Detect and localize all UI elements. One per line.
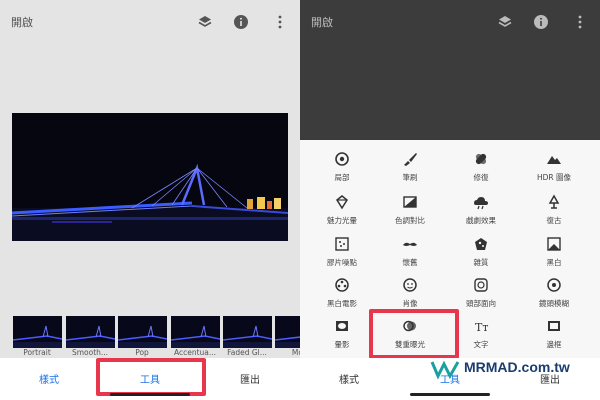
tool-film-reel[interactable]: 黑白電影 (312, 276, 372, 316)
layers-history-icon[interactable] (497, 14, 513, 30)
tool-label: 黑白 (546, 258, 562, 267)
tool-face[interactable]: 肖像 (380, 276, 440, 316)
filter-thumbnail[interactable] (117, 316, 168, 348)
right-screen: 開啟 樣式 工具 匯出 局部 筆刷 修復 HDR 圖像 魅力光暈 色調對比 戲劇效果 復古 膠片… (300, 0, 600, 400)
tonal-contrast-icon (403, 196, 417, 208)
tool-mustache[interactable]: 懷舊 (380, 235, 440, 275)
filter-thumbnail[interactable] (274, 316, 300, 348)
tool-label: 肖像 (402, 299, 418, 308)
double-exposure-icon (403, 320, 416, 332)
filter-label: Mor (291, 348, 300, 357)
tool-double-exposure[interactable]: 雙重曝光 (380, 317, 440, 357)
tool-frame[interactable]: 邊框 (524, 317, 584, 357)
grunge-icon (475, 238, 487, 250)
tab-styles[interactable]: 樣式 (319, 371, 379, 386)
tool-label: HDR 圖像 (536, 173, 571, 182)
layers-history-icon[interactable] (197, 14, 213, 30)
cloud-icon (474, 197, 488, 210)
mountain-icon (547, 156, 561, 164)
photo-preview (12, 113, 288, 241)
tool-label: 修復 (473, 173, 489, 182)
mustache-icon (403, 242, 417, 246)
tool-label: 色調對比 (395, 216, 425, 225)
tab-styles[interactable]: 樣式 (19, 371, 79, 386)
glamour-icon (336, 195, 348, 210)
mrmad-logo-icon (430, 360, 460, 380)
bw-icon (547, 237, 561, 251)
filter-label: Faded Gl... (227, 348, 267, 357)
text-icon: Tт (475, 321, 488, 334)
tool-target[interactable]: 局部 (312, 150, 372, 190)
target-icon (335, 152, 349, 166)
tool-label: 雙重曝光 (395, 340, 425, 349)
tool-label: 頭部面向 (466, 299, 496, 308)
open-button[interactable]: 開啟 (11, 14, 33, 30)
tool-label: 懷舊 (402, 258, 418, 267)
film-reel-icon (335, 278, 349, 292)
tool-head-pose[interactable]: 頭部面向 (451, 276, 511, 316)
frame-icon (548, 321, 560, 331)
filter-label: Accentua... (173, 348, 217, 357)
bandage-icon (475, 153, 487, 165)
top-bar: 開啟 (0, 0, 300, 46)
lamp-icon (548, 194, 560, 209)
tool-text[interactable]: Tт 文字 (451, 317, 511, 357)
home-indicator (110, 393, 190, 396)
filter-thumbnail[interactable] (12, 316, 63, 348)
tab-export[interactable]: 匯出 (220, 371, 280, 386)
tool-grunge[interactable]: 雜質 (451, 235, 511, 275)
filter-thumbnail[interactable] (65, 316, 116, 348)
head-pose-icon (474, 278, 488, 292)
open-button[interactable]: 開啟 (311, 14, 333, 30)
tool-label: 雜質 (473, 258, 489, 267)
tool-label: 黑白電影 (327, 299, 357, 308)
watermark-text: MRMAD.com.tw (464, 359, 570, 375)
tool-brush[interactable]: 筆刷 (380, 150, 440, 190)
info-icon[interactable] (233, 14, 249, 30)
tool-label: 魅力光暈 (327, 216, 357, 225)
lens-blur-icon (547, 278, 561, 292)
left-screen: 開啟 Portrait Smooth... Pop Accentua... Faded … (0, 0, 300, 400)
tool-label: 膠片噪點 (327, 258, 357, 267)
svg-text:Tт: Tт (475, 321, 488, 334)
filter-thumbnail[interactable] (170, 316, 221, 348)
tool-label: 邊框 (546, 340, 562, 349)
highlight-box-tools (96, 358, 206, 396)
filter-label: Portrait (23, 348, 51, 357)
grain-icon (335, 237, 349, 251)
tool-tonal-contrast[interactable]: 色調對比 (380, 193, 440, 233)
tool-glamour[interactable]: 魅力光暈 (312, 193, 372, 233)
tool-lens-blur[interactable]: 鏡頭模糊 (524, 276, 584, 316)
home-indicator (410, 393, 490, 396)
more-menu-icon[interactable] (572, 14, 588, 30)
filter-label: Smooth... (71, 348, 109, 357)
tool-grain[interactable]: 膠片噪點 (312, 235, 372, 275)
tool-lamp[interactable]: 復古 (524, 193, 584, 233)
tool-bandage[interactable]: 修復 (451, 150, 511, 190)
tool-label: 暈影 (334, 340, 350, 349)
tool-label: 戲劇效果 (466, 216, 496, 225)
tool-vignette[interactable]: 暈影 (312, 317, 372, 357)
tool-label: 鏡頭模糊 (539, 299, 569, 308)
filter-thumbnail[interactable] (222, 316, 273, 348)
tool-label: 文字 (473, 340, 489, 349)
tool-label: 復古 (546, 216, 562, 225)
filter-strip: Portrait Smooth... Pop Accentua... Faded Gl.… (0, 310, 300, 360)
tool-cloud[interactable]: 戲劇效果 (451, 193, 511, 233)
more-menu-icon[interactable] (272, 14, 288, 30)
tool-mountain[interactable]: HDR 圖像 (524, 150, 584, 190)
tool-bw[interactable]: 黑白 (524, 235, 584, 275)
face-icon (403, 278, 417, 292)
vignette-icon (336, 321, 348, 331)
tool-label: 筆刷 (402, 173, 418, 182)
top-bar-dimmed: 開啟 (300, 0, 600, 46)
filter-label: Pop (135, 348, 149, 357)
brush-icon (404, 153, 417, 166)
tool-label: 局部 (334, 173, 350, 182)
info-icon[interactable] (533, 14, 549, 30)
